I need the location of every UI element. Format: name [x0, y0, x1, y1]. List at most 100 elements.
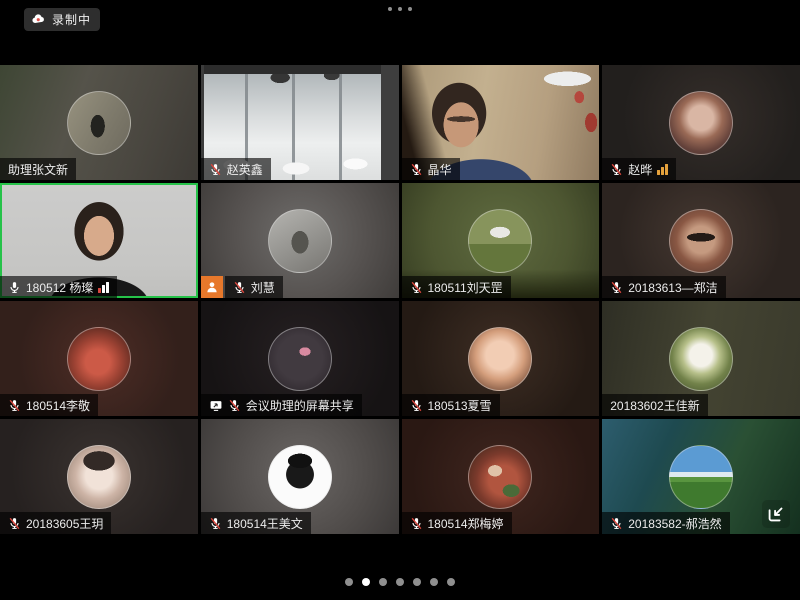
name-label-row: 赵晔: [602, 158, 676, 180]
participant-avatar: [67, 327, 131, 391]
name-label: 20183613—郑洁: [602, 276, 725, 298]
network-signal-icon: [657, 164, 668, 175]
name-label: 180514李敬: [0, 394, 98, 416]
video-tile-5[interactable]: 180512 杨璨: [0, 183, 198, 298]
mic-muted-icon: [8, 399, 21, 412]
name-label: 20183582-郝浩然: [602, 512, 729, 534]
video-tile-4[interactable]: 赵晔: [602, 65, 800, 180]
name-label: 会议助理的屏幕共享: [201, 394, 362, 416]
name-label-row: 赵英鑫: [201, 158, 271, 180]
participant-avatar: [268, 327, 332, 391]
participant-name: 晶华: [428, 161, 452, 178]
participant-avatar: [669, 91, 733, 155]
recording-badge[interactable]: 录制中: [24, 8, 100, 31]
video-tile-7[interactable]: 180511刘天罡: [402, 183, 600, 298]
name-label-row: 180514郑梅婷: [402, 512, 512, 534]
name-label: 助理张文新: [0, 158, 76, 180]
video-tile-8[interactable]: 20183613—郑洁: [602, 183, 800, 298]
participant-avatar: [67, 91, 131, 155]
name-label-row: 180512 杨璨: [0, 276, 117, 298]
mic-muted-icon: [233, 281, 246, 294]
participant-name: 180514王美文: [227, 515, 303, 532]
name-label: 刘慧: [225, 276, 283, 298]
video-tile-13[interactable]: 20183605王玥: [0, 419, 198, 534]
name-label: 晶华: [402, 158, 460, 180]
video-tile-10[interactable]: 会议助理的屏幕共享: [201, 301, 399, 416]
name-label-row: 180514王美文: [201, 512, 311, 534]
video-tile-14[interactable]: 180514王美文: [201, 419, 399, 534]
network-signal-icon: [98, 282, 109, 293]
record-dot: [37, 18, 40, 21]
mic-muted-icon: [410, 399, 423, 412]
page-dot-7[interactable]: [447, 578, 455, 586]
name-label-row: 会议助理的屏幕共享: [201, 394, 362, 416]
video-tile-12[interactable]: 20183602王佳新: [602, 301, 800, 416]
participant-name: 会议助理的屏幕共享: [246, 397, 354, 414]
mic-muted-icon: [228, 399, 241, 412]
name-label-row: 180513夏雪: [402, 394, 500, 416]
video-tile-15[interactable]: 180514郑梅婷: [402, 419, 600, 534]
name-label: 180514郑梅婷: [402, 512, 512, 534]
name-label: 180514王美文: [201, 512, 311, 534]
name-label: 180513夏雪: [402, 394, 500, 416]
participant-name: 赵英鑫: [227, 161, 263, 178]
page-indicator: [0, 578, 800, 586]
participant-name: 180511刘天罡: [428, 279, 503, 296]
mic-muted-icon: [610, 281, 623, 294]
participant-grid: 助理张文新 赵英鑫 晶华 赵晔 180512 杨璨 刘慧 180511刘天罡 20183613…: [0, 65, 800, 534]
page-dot-1[interactable]: [345, 578, 353, 586]
participant-avatar: [468, 209, 532, 273]
name-label-row: 助理张文新: [0, 158, 76, 180]
participant-name: 180513夏雪: [428, 397, 492, 414]
video-tile-2[interactable]: 赵英鑫: [201, 65, 399, 180]
participant-avatar: [669, 445, 733, 509]
participant-avatar: [468, 445, 532, 509]
participant-name: 20183582-郝浩然: [628, 515, 721, 532]
participant-name: 20183602王佳新: [610, 397, 699, 414]
participant-name: 赵晔: [628, 161, 652, 178]
mic-muted-icon: [410, 517, 423, 530]
video-tile-9[interactable]: 180514李敬: [0, 301, 198, 416]
mic-muted-icon: [410, 281, 423, 294]
page-dot-4[interactable]: [396, 578, 404, 586]
presenter-badge-icon: [201, 276, 223, 298]
name-label-row: 晶华: [402, 158, 460, 180]
video-tile-11[interactable]: 180513夏雪: [402, 301, 600, 416]
page-dot-2[interactable]: [362, 578, 370, 586]
participant-name: 180512 杨璨: [26, 279, 93, 296]
mic-muted-icon: [209, 163, 222, 176]
page-dot-6[interactable]: [430, 578, 438, 586]
video-tile-16[interactable]: 20183582-郝浩然: [602, 419, 800, 534]
name-label: 赵晔: [602, 158, 676, 180]
name-label-row: 刘慧: [201, 276, 283, 298]
mic-muted-icon: [610, 517, 623, 530]
more-menu-icon[interactable]: [388, 7, 412, 11]
mic-on-icon: [8, 281, 21, 294]
record-cloud-icon: [31, 12, 46, 27]
participant-name: 20183605王玥: [26, 515, 103, 532]
participant-name: 刘慧: [251, 279, 275, 296]
video-tile-1[interactable]: 助理张文新: [0, 65, 198, 180]
name-label: 赵英鑫: [201, 158, 271, 180]
recording-label: 录制中: [52, 11, 91, 28]
popout-view-button[interactable]: [762, 500, 790, 528]
participant-avatar: [268, 445, 332, 509]
top-bar: 录制中: [0, 0, 800, 65]
mic-muted-icon: [410, 163, 423, 176]
video-tile-6[interactable]: 刘慧: [201, 183, 399, 298]
meeting-window: 录制中 助理张文新 赵英鑫 晶华 赵晔 180512 杨璨 刘慧 180511刘天罡 2018…: [0, 0, 800, 600]
name-label-row: 180511刘天罡: [402, 276, 511, 298]
participant-name: 助理张文新: [8, 161, 68, 178]
name-label: 20183605王玥: [0, 512, 111, 534]
name-label-row: 20183602王佳新: [602, 394, 707, 416]
page-dot-5[interactable]: [413, 578, 421, 586]
mic-muted-icon: [209, 517, 222, 530]
name-label-row: 20183613—郑洁: [602, 276, 725, 298]
participant-name: 180514郑梅婷: [428, 515, 504, 532]
video-tile-3[interactable]: 晶华: [402, 65, 600, 180]
participant-avatar: [268, 209, 332, 273]
participant-avatar: [669, 327, 733, 391]
name-label-row: 20183582-郝浩然: [602, 512, 729, 534]
name-label-row: 20183605王玥: [0, 512, 111, 534]
page-dot-3[interactable]: [379, 578, 387, 586]
